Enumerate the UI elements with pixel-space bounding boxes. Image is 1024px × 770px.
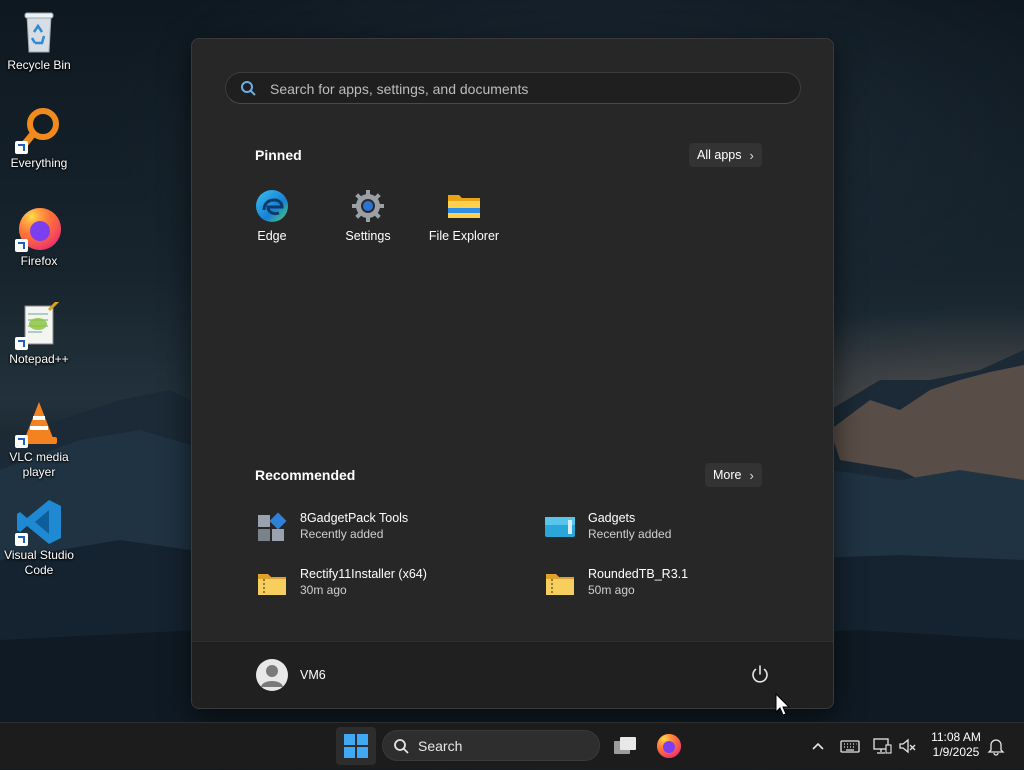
network-icon[interactable] — [872, 736, 892, 756]
volume-muted-icon[interactable] — [898, 736, 918, 756]
desktop-icon-label: Notepad++ — [9, 352, 69, 366]
gadgetpack-tools-icon — [256, 511, 288, 543]
start-menu: Pinned All apps › Edge — [191, 38, 834, 709]
taskbar-search-box[interactable]: Search — [382, 730, 600, 761]
power-icon[interactable] — [748, 663, 772, 687]
task-view-icon — [614, 737, 636, 754]
everything-magnifier-icon — [15, 106, 63, 154]
shortcut-arrow-icon — [15, 533, 28, 546]
desktop-icon-label: VLC media player — [9, 450, 69, 479]
clock-time: 11:08 AM — [931, 730, 981, 744]
start-button[interactable] — [336, 727, 376, 765]
taskbar-search-label: Search — [418, 738, 463, 754]
recycle-bin-icon — [15, 8, 63, 56]
vscode-icon — [15, 498, 63, 546]
vlc-cone-icon — [15, 400, 63, 448]
desktop-icon-label: Everything — [10, 156, 68, 170]
desktop-icon-vscode[interactable]: Visual Studio Code — [0, 498, 78, 578]
pinned-app-label: Edge — [257, 229, 287, 243]
system-clock[interactable]: 11:08 AM 1/9/2025 — [924, 730, 988, 760]
desktop-icon-recycle-bin[interactable]: Recycle Bin — [0, 8, 78, 73]
shortcut-arrow-icon — [15, 239, 28, 252]
chevron-up-icon[interactable] — [808, 736, 828, 756]
search-icon — [394, 739, 409, 754]
recommended-item-gadgets[interactable]: Gadgets Recently added — [544, 507, 804, 547]
recommended-item-roundedtb[interactable]: RoundedTB_R3.1 50m ago — [544, 563, 804, 603]
firefox-icon — [657, 734, 681, 758]
search-icon — [241, 81, 256, 96]
start-search-input[interactable] — [268, 73, 792, 105]
zip-folder-icon — [256, 567, 288, 599]
desktop-icon-everything[interactable]: Everything — [0, 106, 78, 171]
gadgets-icon — [544, 511, 576, 543]
pinned-app-label: Settings — [345, 229, 391, 243]
notepadpp-icon — [15, 298, 63, 350]
recommended-item-detail: 30m ago — [300, 583, 347, 597]
more-button[interactable]: More › — [705, 463, 762, 487]
clock-date: 1/9/2025 — [932, 745, 980, 759]
pinned-app-file-explorer[interactable]: File Explorer — [416, 189, 512, 243]
task-view-button[interactable] — [608, 729, 642, 763]
chevron-right-icon: › — [749, 467, 754, 483]
shortcut-arrow-icon — [15, 141, 28, 154]
all-apps-button[interactable]: All apps › — [689, 143, 762, 167]
start-search-box[interactable] — [225, 72, 801, 105]
edge-icon — [255, 189, 289, 223]
chevron-right-icon: › — [749, 147, 754, 163]
zip-folder-icon — [544, 567, 576, 599]
pinned-app-label: File Explorer — [428, 229, 500, 243]
desktop-icon-notepadpp[interactable]: Notepad++ — [0, 298, 78, 367]
recommended-item-8gadgetpack-tools[interactable]: 8GadgetPack Tools Recently added — [256, 507, 516, 547]
desktop-icon-label: Visual Studio Code — [4, 548, 74, 577]
more-label: More — [713, 468, 742, 482]
shortcut-arrow-icon — [15, 337, 28, 350]
taskbar-firefox-button[interactable] — [652, 729, 686, 763]
start-footer: VM6 — [192, 641, 833, 708]
windows-logo-icon — [344, 734, 368, 758]
desktop-icon-vlc[interactable]: VLC media player — [0, 400, 78, 480]
recommended-item-rectify11installer[interactable]: Rectify11Installer (x64) 30m ago — [256, 563, 516, 603]
user-name[interactable]: VM6 — [300, 668, 326, 682]
recommended-item-name: Rectify11Installer (x64) — [300, 567, 427, 581]
all-apps-label: All apps — [697, 148, 742, 162]
notification-bell-icon[interactable] — [986, 736, 1006, 756]
settings-gear-icon — [351, 189, 385, 223]
user-avatar[interactable] — [256, 659, 288, 691]
folder-icon — [447, 189, 481, 223]
recommended-item-name: 8GadgetPack Tools — [300, 511, 409, 525]
desktop-icon-label: Recycle Bin — [7, 58, 71, 72]
recommended-item-detail: 50m ago — [588, 583, 635, 597]
desktop-icon-label: Firefox — [20, 254, 58, 268]
pinned-heading: Pinned — [255, 147, 302, 163]
recommended-item-name: RoundedTB_R3.1 — [588, 567, 689, 581]
recommended-item-detail: Recently added — [300, 527, 384, 541]
pinned-app-edge[interactable]: Edge — [224, 189, 320, 243]
pinned-app-settings[interactable]: Settings — [320, 189, 416, 243]
keyboard-icon[interactable] — [840, 736, 860, 756]
shortcut-arrow-icon — [15, 435, 28, 448]
recommended-item-detail: Recently added — [588, 527, 672, 541]
mouse-cursor-icon — [775, 693, 791, 716]
firefox-icon — [15, 204, 63, 252]
user-silhouette-icon — [261, 665, 283, 687]
recommended-heading: Recommended — [255, 467, 356, 483]
taskbar: Search 11:08 AM 1/9/2025 — [0, 722, 1024, 769]
desktop-icon-firefox[interactable]: Firefox — [0, 204, 78, 269]
recommended-item-name: Gadgets — [588, 511, 636, 525]
